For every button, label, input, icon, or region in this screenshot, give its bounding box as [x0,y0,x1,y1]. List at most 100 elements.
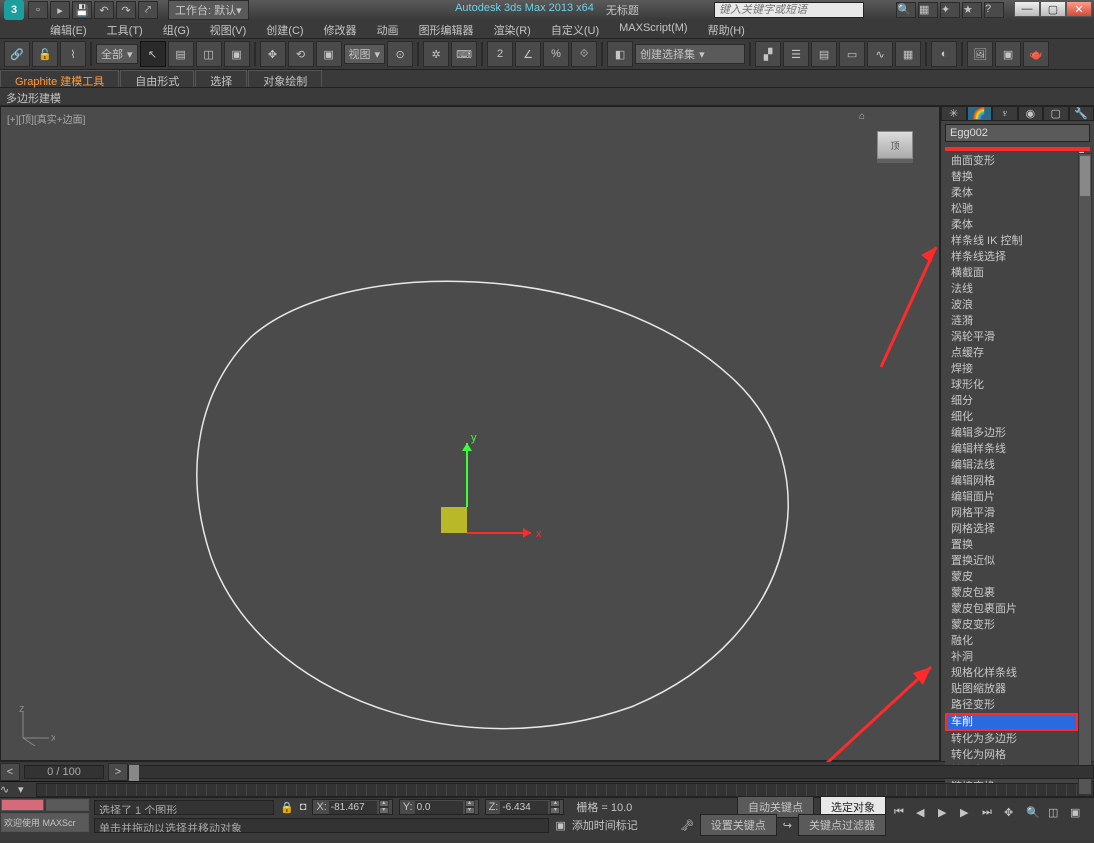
menu-item[interactable]: 创建(C) [256,20,313,38]
modifier-list-dropdown[interactable] [945,147,1090,151]
viewport[interactable]: [+][顶][真实+边面] ⌂ 顶 x y x z [0,106,940,761]
spinner[interactable]: ▴▾ [550,800,560,814]
modifier-item[interactable]: 融化 [945,633,1078,649]
modifier-item[interactable]: 蒙皮 [945,569,1078,585]
curve-ed-icon[interactable]: ∿ [0,783,18,797]
menu-item[interactable]: 图形编辑器 [409,20,484,38]
keymode-icon[interactable]: ↪ [783,819,792,832]
select-name-icon[interactable]: ▤ [168,41,194,67]
script-box[interactable] [46,799,89,811]
viewport-fov-icon[interactable]: ◫ [1048,806,1068,826]
link-tool-icon[interactable]: 🔗 [4,41,30,67]
ribbon-tab[interactable]: 对象绘制 [248,70,322,87]
bind-space-icon[interactable]: ⌇ [60,41,86,67]
ribbon-tab[interactable]: 选择 [195,70,247,87]
scrollbar[interactable] [1078,153,1092,795]
timetag-icon[interactable]: ▣ [555,819,565,832]
mirror-icon[interactable]: ▞ [755,41,781,67]
snap-2d-icon[interactable]: 2 [487,41,513,67]
object-name-field[interactable]: Egg002 [945,124,1090,142]
next-frame-icon[interactable]: ▶ [960,806,980,826]
modifier-item[interactable]: 波浪 [945,297,1078,313]
close-button[interactable]: ✕ [1066,1,1092,17]
modifier-item[interactable]: 柔体 [945,185,1078,201]
viewport-max-icon[interactable]: ▣ [1070,806,1090,826]
schematic-icon[interactable]: ▦ [895,41,921,67]
coord-x-input[interactable] [329,801,377,814]
spinner[interactable]: ▴▾ [465,800,475,814]
named-selset-dropdown[interactable]: 创建选择集▾ [635,44,745,64]
modifier-item[interactable]: 样条线选择 [945,249,1078,265]
ribbon-tab[interactable]: Graphite 建模工具 [0,70,119,87]
link-icon[interactable]: ⤤ [138,1,158,19]
snap-percent-icon[interactable]: % [543,41,569,67]
render-frame-icon[interactable]: ▣ [995,41,1021,67]
key-icon[interactable]: 🗝 [680,819,694,832]
menu-item[interactable]: 组(G) [153,20,200,38]
snap-spinner-icon[interactable]: ⟐ [571,41,597,67]
menu-item[interactable]: 修改器 [314,20,367,38]
pivot-icon[interactable]: ⊙ [387,41,413,67]
modifier-item[interactable]: 细分 [945,393,1078,409]
modifier-item[interactable]: 转化为网格 [945,747,1078,763]
modifier-item[interactable]: 置换近似 [945,553,1078,569]
modifier-item[interactable]: 置换 [945,537,1078,553]
selection-filter-dropdown[interactable]: 全部▾ [96,44,138,64]
modifier-item[interactable]: 规格化样条线 [945,665,1078,681]
manipulate-icon[interactable]: ✲ [423,41,449,67]
align-icon[interactable]: ☰ [783,41,809,67]
menu-item[interactable]: 帮助(H) [698,20,755,38]
gizmo-origin[interactable] [441,507,467,533]
spinner[interactable]: ▴▾ [379,800,389,814]
modify-tab-icon[interactable]: 🌈 [967,106,993,121]
hierarchy-tab-icon[interactable]: ♆ [992,106,1018,121]
scrollbar-thumb[interactable] [1080,156,1090,196]
script-rec-icon[interactable] [1,799,44,811]
modifier-item[interactable]: 点缓存 [945,345,1078,361]
modifier-item[interactable]: 柔体 [945,217,1078,233]
help-icon[interactable]: ? [984,2,1004,18]
coord-z-input[interactable] [500,801,548,814]
layers-icon[interactable]: ▤ [811,41,837,67]
viewport-pan-icon[interactable]: ✥ [1004,806,1024,826]
menu-item[interactable]: MAXScript(M) [609,20,697,38]
modifier-item[interactable]: 涟漪 [945,313,1078,329]
filter-icon[interactable]: ▾ [18,783,36,797]
modifier-item[interactable]: 转化为多边形 [945,731,1078,747]
exchange-icon[interactable]: ✦ [940,2,960,18]
ref-coord-dropdown[interactable]: 视图▾ [344,44,386,64]
modifier-item[interactable]: 网格平滑 [945,505,1078,521]
open-icon[interactable]: ▸ [50,1,70,19]
play-icon[interactable]: ▶ [938,806,958,826]
modifier-item[interactable]: 网格选择 [945,521,1078,537]
modifier-item[interactable]: 编辑网格 [945,473,1078,489]
new-icon[interactable]: ▫ [28,1,48,19]
menu-item[interactable]: 动画 [367,20,409,38]
rotate-icon[interactable]: ⟲ [288,41,314,67]
time-slider[interactable] [128,765,1094,779]
favorite-icon[interactable]: ★ [962,2,982,18]
render-icon[interactable]: 🫖 [1023,41,1049,67]
toggle-ribbon-icon[interactable]: ▭ [839,41,865,67]
setkey-button[interactable]: 设置关键点 [700,814,777,836]
time-slider-thumb[interactable] [129,765,139,781]
curve-editor-icon[interactable]: ∿ [867,41,893,67]
modifier-item[interactable]: 球形化 [945,377,1078,393]
modifier-item[interactable]: 涡轮平滑 [945,329,1078,345]
time-display[interactable]: 0 / 100 [24,765,104,779]
modifier-item[interactable]: 蒙皮包裹 [945,585,1078,601]
create-tab-icon[interactable]: ✳ [941,106,967,121]
modifier-item[interactable]: 贴图缩放器 [945,681,1078,697]
select-icon[interactable]: ↖ [140,41,166,67]
prev-frame-icon[interactable]: ◀ [916,806,936,826]
timeline-next-icon[interactable]: > [108,763,128,781]
snap-angle-icon[interactable]: ∠ [515,41,541,67]
motion-tab-icon[interactable]: ◉ [1018,106,1044,121]
modifier-item[interactable]: 曲面变形 [945,153,1078,169]
display-tab-icon[interactable]: ▢ [1043,106,1069,121]
minimize-button[interactable]: — [1014,1,1040,17]
modifier-item[interactable]: 样条线 IK 控制 [945,233,1078,249]
modifier-item[interactable]: 路径变形 [945,697,1078,713]
menu-item[interactable]: 工具(T) [97,20,153,38]
track-ruler[interactable] [36,783,1094,797]
